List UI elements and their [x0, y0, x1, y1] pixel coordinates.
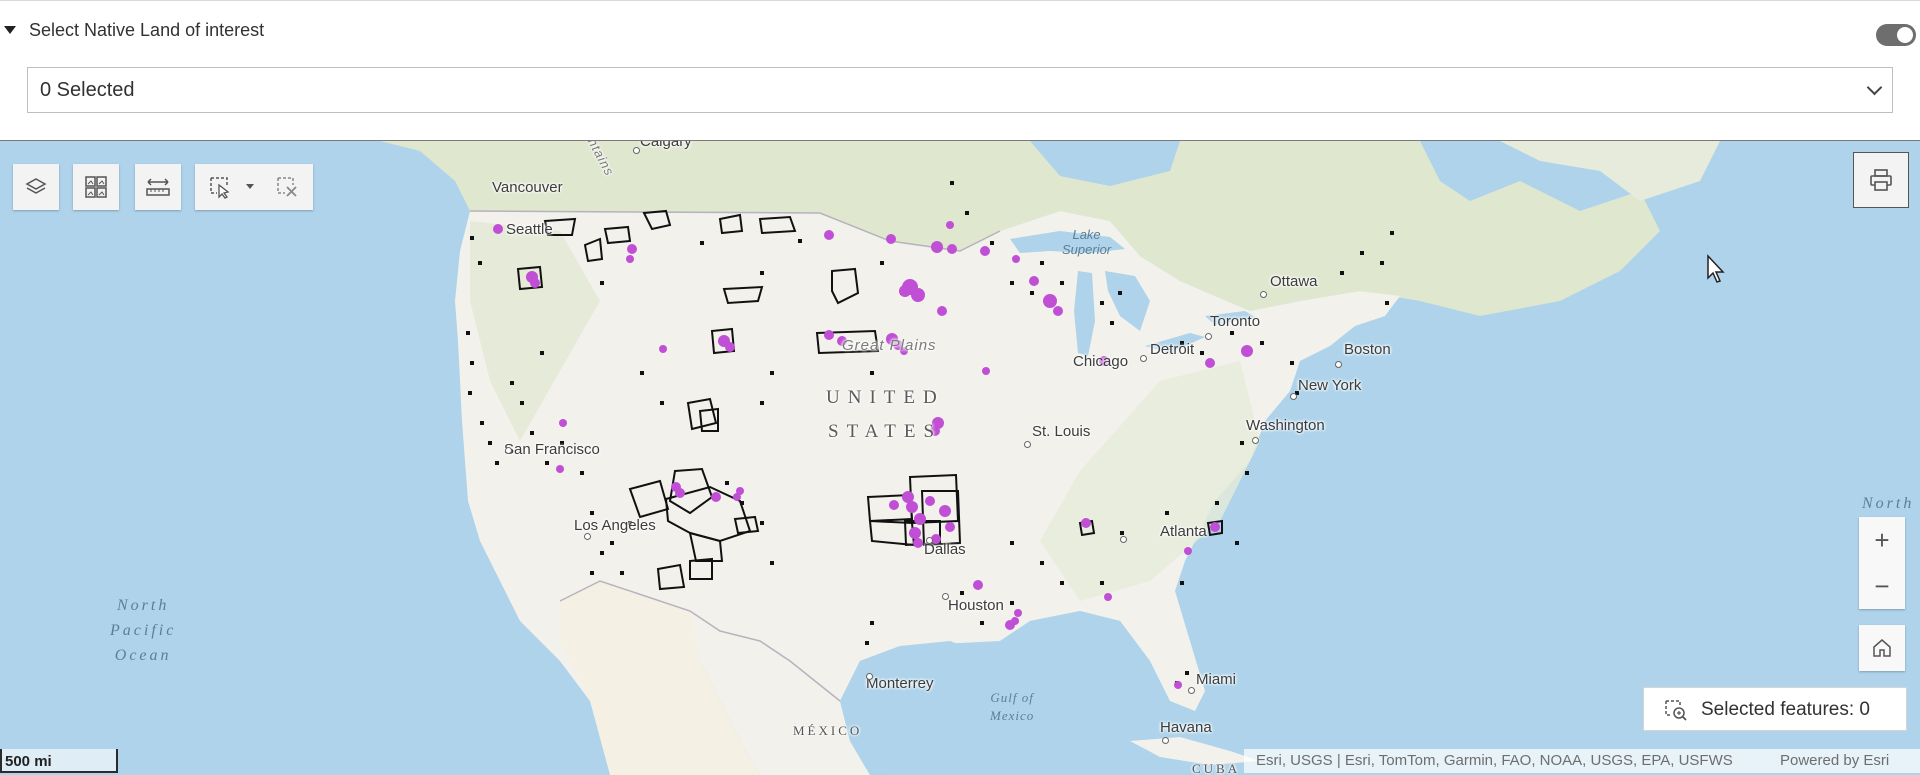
- city-label-toronto: Toronto: [1210, 313, 1261, 330]
- select-tool-dropdown[interactable]: [241, 164, 259, 210]
- city-label-calgary: Calgary: [640, 141, 692, 150]
- city-dot: [1252, 437, 1259, 444]
- collapse-caret-icon[interactable]: [4, 26, 16, 34]
- ocean-label-north-pacific: North Pacific Ocean: [110, 593, 176, 668]
- filter-panel: Select Native Land of interest 0 Selecte…: [0, 0, 1920, 142]
- clear-selection-icon: [277, 177, 297, 197]
- city-dot: [1205, 333, 1212, 340]
- zoom-in-button[interactable]: +: [1859, 517, 1905, 563]
- ocean-label-north-atlantic: North: [1862, 495, 1915, 512]
- ocean-label-line1: North: [116, 597, 170, 614]
- print-button[interactable]: [1853, 152, 1909, 208]
- gulf-label-line2: Mexico: [990, 708, 1035, 723]
- filter-header[interactable]: Select Native Land of interest: [0, 15, 1920, 47]
- attribution-powered-by[interactable]: Powered by Esri: [1780, 752, 1889, 769]
- gulf-of-mexico-label: Gulf of Mexico: [990, 689, 1034, 725]
- city-label-havana: Havana: [1160, 719, 1212, 736]
- city-dot: [1120, 536, 1127, 543]
- select-tool-group: [195, 164, 313, 210]
- lake-label-line2: Superior: [1062, 242, 1112, 257]
- attribution-sources: Esri, USGS | Esri, TomTom, Garmin, FAO, …: [1256, 752, 1733, 769]
- basemap-gallery-icon: [85, 176, 107, 198]
- country-label-cuba: CUBA: [1192, 761, 1241, 775]
- zoom-controls: + −: [1859, 517, 1905, 609]
- layers-button[interactable]: [13, 164, 59, 210]
- map-view[interactable]: Calgary Vancouver Seattle Lake Superior …: [0, 141, 1920, 775]
- selected-features-button[interactable]: Selected features: 0: [1643, 687, 1907, 731]
- city-dot: [1188, 687, 1195, 694]
- region-label-great-plains: Great Plains: [842, 337, 937, 354]
- city-dot: [866, 673, 873, 680]
- ocean-label-line2: Pacific: [110, 622, 177, 639]
- city-label-seattle: Seattle: [506, 221, 553, 238]
- select-tool-icon: [210, 177, 230, 199]
- scale-bar: 500 mi: [0, 749, 118, 773]
- city-label-detroit: Detroit: [1150, 341, 1195, 358]
- city-label-san-francisco: San Francisco: [504, 441, 600, 458]
- basemap-gallery-button[interactable]: [73, 164, 119, 210]
- city-dot: [1024, 441, 1031, 448]
- native-land-select[interactable]: 0 Selected: [27, 67, 1893, 113]
- city-dot: [505, 447, 512, 454]
- measure-icon: [146, 178, 170, 196]
- mouse-cursor-icon: [1707, 254, 1725, 283]
- home-icon: [1873, 639, 1891, 657]
- city-label-st-louis: St. Louis: [1032, 423, 1091, 440]
- city-label-monterrey: Monterrey: [866, 675, 934, 692]
- attribution-bar: Esri, USGS | Esri, TomTom, Garmin, FAO, …: [1244, 749, 1920, 773]
- select-zoom-icon: [1665, 700, 1687, 721]
- print-icon: [1870, 169, 1892, 191]
- select-tool-button[interactable]: [203, 164, 239, 210]
- city-dot: [633, 147, 640, 154]
- ocean-label-line3: Ocean: [114, 647, 172, 664]
- city-label-atlanta: Atlanta: [1160, 523, 1207, 540]
- city-label-miami: Miami: [1196, 671, 1236, 688]
- city-label-los-angeles: Los Angeles: [574, 517, 656, 534]
- layers-icon: [25, 178, 47, 194]
- home-button[interactable]: [1859, 625, 1905, 671]
- filter-title: Select Native Land of interest: [29, 20, 265, 40]
- city-dot: [584, 533, 591, 540]
- measure-button[interactable]: [135, 164, 181, 210]
- city-label-chicago: Chicago: [1073, 353, 1129, 370]
- select-value: 0 Selected: [40, 79, 135, 101]
- city-dot: [1162, 737, 1169, 744]
- city-dot: [1290, 393, 1297, 400]
- filter-toggle[interactable]: [1876, 24, 1916, 46]
- city-dot: [942, 593, 949, 600]
- clear-selection-button[interactable]: [267, 164, 307, 210]
- country-label-mexico: MÉXICO: [793, 723, 863, 738]
- toggle-knob: [1897, 27, 1913, 43]
- chevron-down-icon: [1866, 79, 1883, 96]
- lake-superior-label: Lake Superior: [1062, 227, 1111, 257]
- country-label-states: STATES: [828, 421, 943, 442]
- city-label-houston: Houston: [948, 597, 1004, 614]
- city-label-ottawa: Ottawa: [1270, 273, 1318, 290]
- scale-label: 500 mi: [5, 753, 52, 770]
- city-dot: [926, 537, 933, 544]
- gulf-label-line1: Gulf of: [990, 690, 1034, 705]
- city-label-boston: Boston: [1344, 341, 1391, 358]
- city-label-new-york: New York: [1298, 377, 1362, 394]
- city-dot: [1140, 355, 1147, 362]
- city-label-washington: Washington: [1246, 417, 1325, 434]
- city-label-vancouver: Vancouver: [492, 179, 563, 196]
- country-label-united: UNITED: [826, 387, 945, 408]
- lake-label-line1: Lake: [1072, 227, 1101, 242]
- selected-features-label: Selected features: 0: [1701, 699, 1870, 720]
- chevron-down-icon: [246, 184, 254, 189]
- zoom-out-button[interactable]: −: [1859, 563, 1905, 609]
- city-dot: [1335, 361, 1342, 368]
- city-dot: [1260, 291, 1267, 298]
- basemap: [380, 141, 1720, 775]
